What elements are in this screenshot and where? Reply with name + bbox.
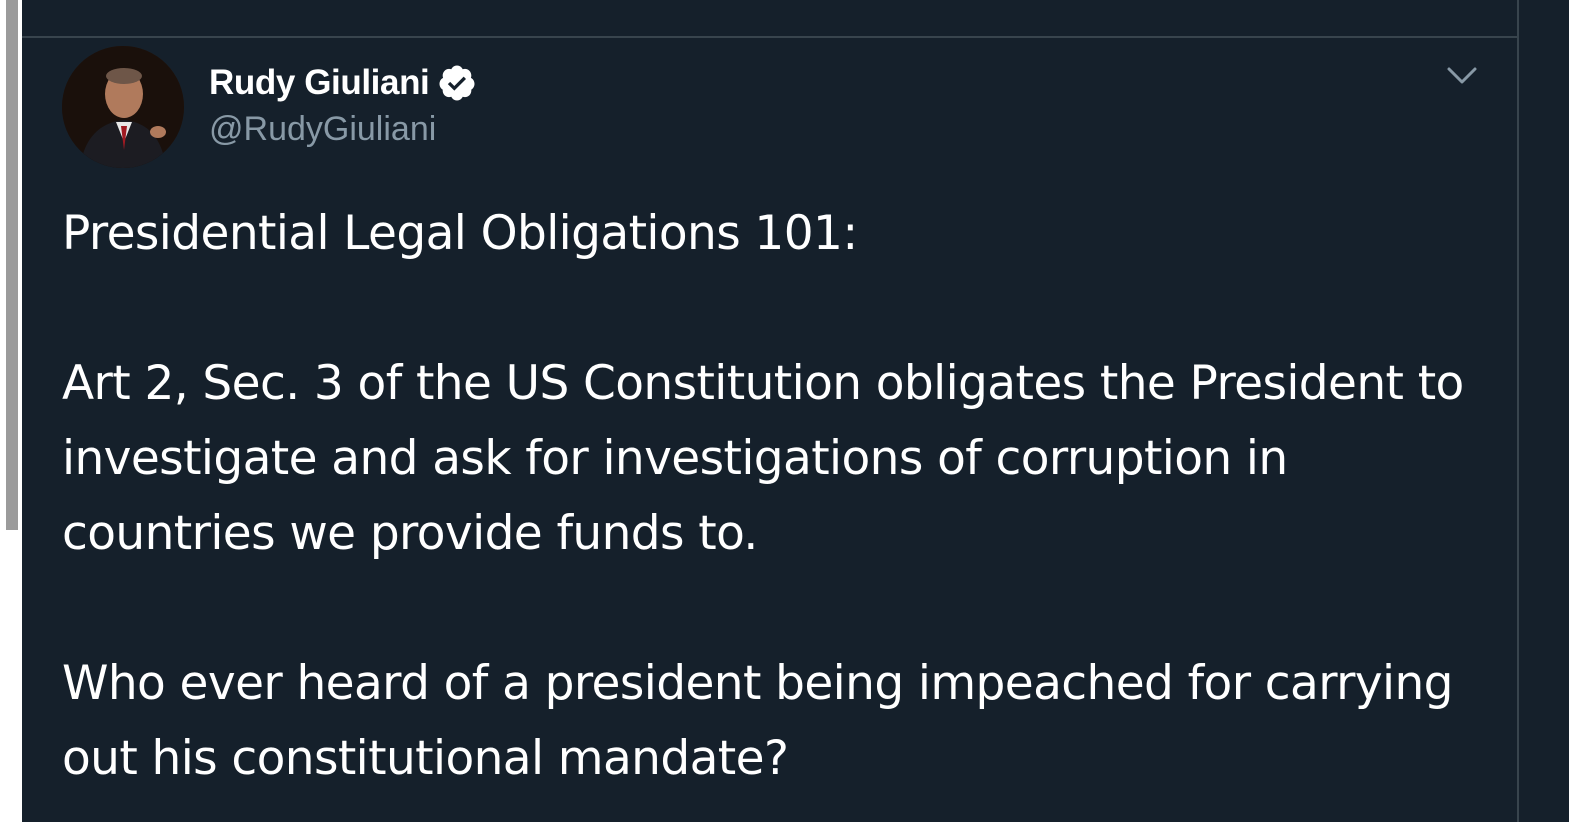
tweet-paragraph: Presidential Legal Obligations 101: bbox=[62, 206, 858, 261]
tweet-text: Presidential Legal Obligations 101: Art … bbox=[62, 196, 1482, 796]
scrollbar-thumb[interactable] bbox=[6, 0, 18, 530]
chevron-down-icon[interactable] bbox=[1442, 64, 1482, 88]
tweet-paragraph: Who ever heard of a president being impe… bbox=[62, 656, 1454, 786]
page: Rudy Giuliani @RudyGiuliani Presidential… bbox=[0, 0, 1569, 822]
right-rail bbox=[1519, 0, 1569, 822]
author-name-row[interactable]: Rudy Giuliani bbox=[209, 60, 477, 106]
avatar[interactable] bbox=[62, 46, 184, 168]
browser-scrollbar[interactable] bbox=[0, 0, 22, 822]
profile-photo-icon bbox=[62, 46, 184, 168]
author-name[interactable]: Rudy Giuliani bbox=[209, 63, 430, 103]
author-handle[interactable]: @RudyGiuliani bbox=[209, 110, 436, 149]
tweet[interactable]: Rudy Giuliani @RudyGiuliani Presidential… bbox=[22, 38, 1517, 822]
tweet-paragraph: Art 2, Sec. 3 of the US Constitution obl… bbox=[62, 356, 1464, 561]
verified-badge-icon bbox=[437, 63, 477, 103]
